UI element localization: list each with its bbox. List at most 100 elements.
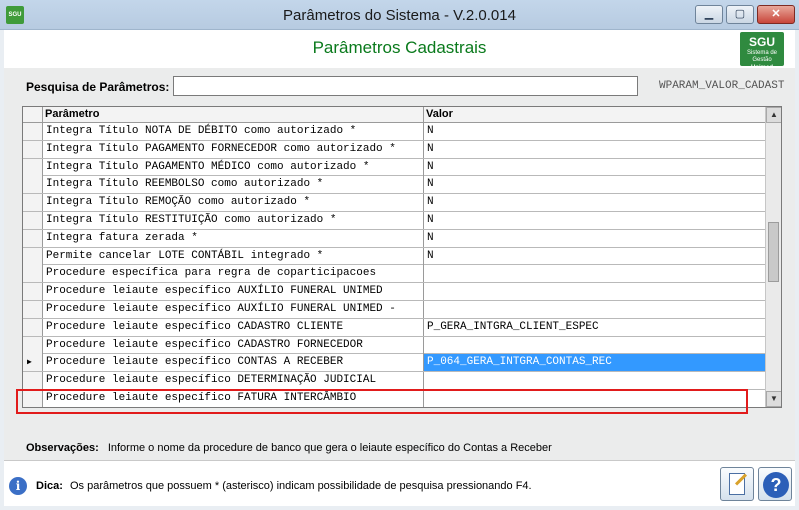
- row-indicator: [23, 229, 43, 247]
- main-window: Parâmetros Cadastrais SGU Sistema de Ges…: [4, 30, 795, 506]
- search-label: Pesquisa de Parâmetros:: [26, 80, 170, 94]
- field-code: WPARAM_VALOR_CADAST: [659, 80, 785, 92]
- parameter-cell[interactable]: Integra Título RESTITUIÇÃO como autoriza…: [43, 211, 424, 229]
- row-indicator: [23, 140, 43, 158]
- column-header-parametro[interactable]: Parâmetro: [43, 107, 424, 123]
- parameter-cell[interactable]: Integra fatura zerada *: [43, 229, 424, 247]
- row-indicator: [23, 318, 43, 336]
- minimize-button[interactable]: ▁: [695, 5, 723, 24]
- column-header-valor[interactable]: Valor: [424, 107, 765, 123]
- table-row[interactable]: Integra fatura zerada * N: [23, 229, 765, 248]
- value-cell[interactable]: P_GERA_INTGRA_CLIENT_ESPEC: [424, 319, 765, 336]
- row-indicator: [23, 300, 43, 318]
- scroll-down-icon[interactable]: ▼: [766, 391, 781, 407]
- table-row[interactable]: ▶ Procedure leiaute específico CONTAS A R…: [23, 354, 765, 373]
- page-title: Parâmetros Cadastrais: [312, 38, 487, 57]
- value-cell[interactable]: N: [424, 248, 765, 265]
- value-cell[interactable]: [424, 337, 765, 354]
- parameters-grid[interactable]: Parâmetro Valor Integra Título NOTA DE D…: [22, 106, 782, 408]
- parameter-cell[interactable]: Integra Título REEMBOLSO como autorizado…: [43, 176, 424, 194]
- edit-document-icon: [729, 473, 745, 495]
- maximize-icon: ▢: [734, 8, 746, 20]
- row-indicator-header: [23, 107, 43, 123]
- table-row[interactable]: Procedure leiaute específico AUXÍLIO FUN…: [23, 300, 765, 319]
- title-bar: SGU Parâmetros do Sistema - V.2.0.014 ▁ …: [0, 0, 799, 30]
- table-row[interactable]: Procedure leiaute específico AUXÍLIO FUN…: [23, 283, 765, 301]
- search-input[interactable]: [173, 76, 638, 96]
- table-row[interactable]: Procedure leiaute específico DETERMINAÇÃ…: [23, 372, 765, 390]
- close-icon: ✕: [771, 8, 781, 20]
- row-indicator: [23, 176, 43, 194]
- minimize-icon: ▁: [704, 8, 714, 20]
- table-row[interactable]: Integra Título REMOÇÃO como autorizado *…: [23, 194, 765, 212]
- row-indicator: [23, 372, 43, 390]
- row-indicator: [23, 283, 43, 301]
- table-row[interactable]: Integra Título PAGAMENTO FORNECEDOR como…: [23, 140, 765, 159]
- help-button[interactable]: ?: [758, 467, 792, 501]
- maximize-button[interactable]: ▢: [726, 5, 754, 24]
- value-cell[interactable]: N: [424, 230, 765, 247]
- table-row[interactable]: Procedure leiaute específico FATURA INTE…: [23, 389, 765, 407]
- value-cell[interactable]: N: [424, 194, 765, 211]
- value-cell[interactable]: [424, 283, 765, 300]
- grid-body: Integra Título NOTA DE DÉBITO como autor…: [23, 123, 765, 407]
- parameter-cell[interactable]: Procedure leiaute específico FATURA INTE…: [43, 389, 424, 407]
- value-cell[interactable]: N: [424, 212, 765, 229]
- vertical-scrollbar[interactable]: ▲ ▼: [765, 107, 781, 407]
- table-row[interactable]: Integra Título RESTITUIÇÃO como autoriza…: [23, 211, 765, 230]
- value-cell[interactable]: N: [424, 159, 765, 176]
- parameter-cell[interactable]: Permite cancelar LOTE CONTÁBIL integrado…: [43, 247, 424, 265]
- row-indicator: [23, 158, 43, 176]
- table-row[interactable]: Permite cancelar LOTE CONTÁBIL integrado…: [23, 247, 765, 266]
- table-row[interactable]: Integra Título NOTA DE DÉBITO como autor…: [23, 123, 765, 141]
- footer: i Dica: Os parâmetros que possuem * (ast…: [4, 460, 795, 506]
- parameter-cell[interactable]: Procedure específica para regra de copar…: [43, 265, 424, 283]
- tip-label: Dica:: [36, 480, 63, 492]
- parameter-cell[interactable]: Procedure leiaute específico CADASTRO CL…: [43, 318, 424, 336]
- tip: Dica: Os parâmetros que possuem * (aster…: [36, 480, 532, 492]
- row-indicator: [23, 389, 43, 407]
- current-row-indicator-icon: ▶: [23, 354, 43, 372]
- value-cell[interactable]: [424, 372, 765, 389]
- edit-button[interactable]: [720, 467, 754, 501]
- scroll-up-icon[interactable]: ▲: [766, 107, 781, 123]
- parameter-cell[interactable]: Procedure leiaute específico CONTAS A RE…: [43, 354, 424, 372]
- value-cell[interactable]: [424, 265, 765, 282]
- sgu-logo: SGU Sistema de Gestão Unimed: [740, 32, 784, 71]
- table-row[interactable]: Integra Título PAGAMENTO MÉDICO como aut…: [23, 158, 765, 177]
- content-panel: Pesquisa de Parâmetros: WPARAM_VALOR_CAD…: [4, 68, 795, 460]
- table-row[interactable]: Procedure leiaute específico CADASTRO FO…: [23, 336, 765, 355]
- grid-header: Parâmetro Valor: [23, 107, 765, 123]
- value-cell[interactable]: N: [424, 176, 765, 193]
- value-cell[interactable]: N: [424, 123, 765, 140]
- row-indicator: [23, 123, 43, 140]
- row-indicator: [23, 336, 43, 354]
- table-row[interactable]: Integra Título REEMBOLSO como autorizado…: [23, 176, 765, 195]
- info-icon: i: [9, 477, 27, 495]
- parameter-cell[interactable]: Procedure leiaute específico AUXÍLIO FUN…: [43, 283, 424, 301]
- parameter-cell[interactable]: Procedure leiaute específico CADASTRO FO…: [43, 336, 424, 354]
- table-row[interactable]: Procedure específica para regra de copar…: [23, 265, 765, 284]
- observacoes-label: Observações:: [26, 442, 99, 454]
- scroll-thumb[interactable]: [768, 222, 779, 282]
- help-icon: ?: [763, 472, 789, 498]
- observacoes: Observações: Informe o nome da procedure…: [26, 442, 552, 454]
- parameter-cell[interactable]: Procedure leiaute específico AUXÍLIO FUN…: [43, 300, 424, 318]
- parameter-cell[interactable]: Integra Título NOTA DE DÉBITO como autor…: [43, 123, 424, 140]
- close-button[interactable]: ✕: [757, 5, 795, 24]
- value-cell[interactable]: [424, 390, 765, 407]
- header: Parâmetros Cadastrais SGU Sistema de Ges…: [4, 30, 795, 71]
- parameter-cell[interactable]: Integra Título REMOÇÃO como autorizado *: [43, 194, 424, 212]
- row-indicator: [23, 265, 43, 283]
- table-row[interactable]: Procedure leiaute específico CADASTRO CL…: [23, 318, 765, 337]
- parameter-cell[interactable]: Integra Título PAGAMENTO FORNECEDOR como…: [43, 140, 424, 158]
- row-indicator: [23, 247, 43, 265]
- parameter-cell[interactable]: Procedure leiaute específico DETERMINAÇÃ…: [43, 372, 424, 390]
- value-cell[interactable]: N: [424, 141, 765, 158]
- row-indicator: [23, 211, 43, 229]
- parameter-cell[interactable]: Integra Título PAGAMENTO MÉDICO como aut…: [43, 158, 424, 176]
- window-title: Parâmetros do Sistema - V.2.0.014: [283, 7, 516, 24]
- value-cell[interactable]: [424, 301, 765, 318]
- tip-text: Os parâmetros que possuem * (asterisco) …: [69, 480, 532, 492]
- value-cell[interactable]: P_064_GERA_INTGRA_CONTAS_REC: [424, 354, 765, 372]
